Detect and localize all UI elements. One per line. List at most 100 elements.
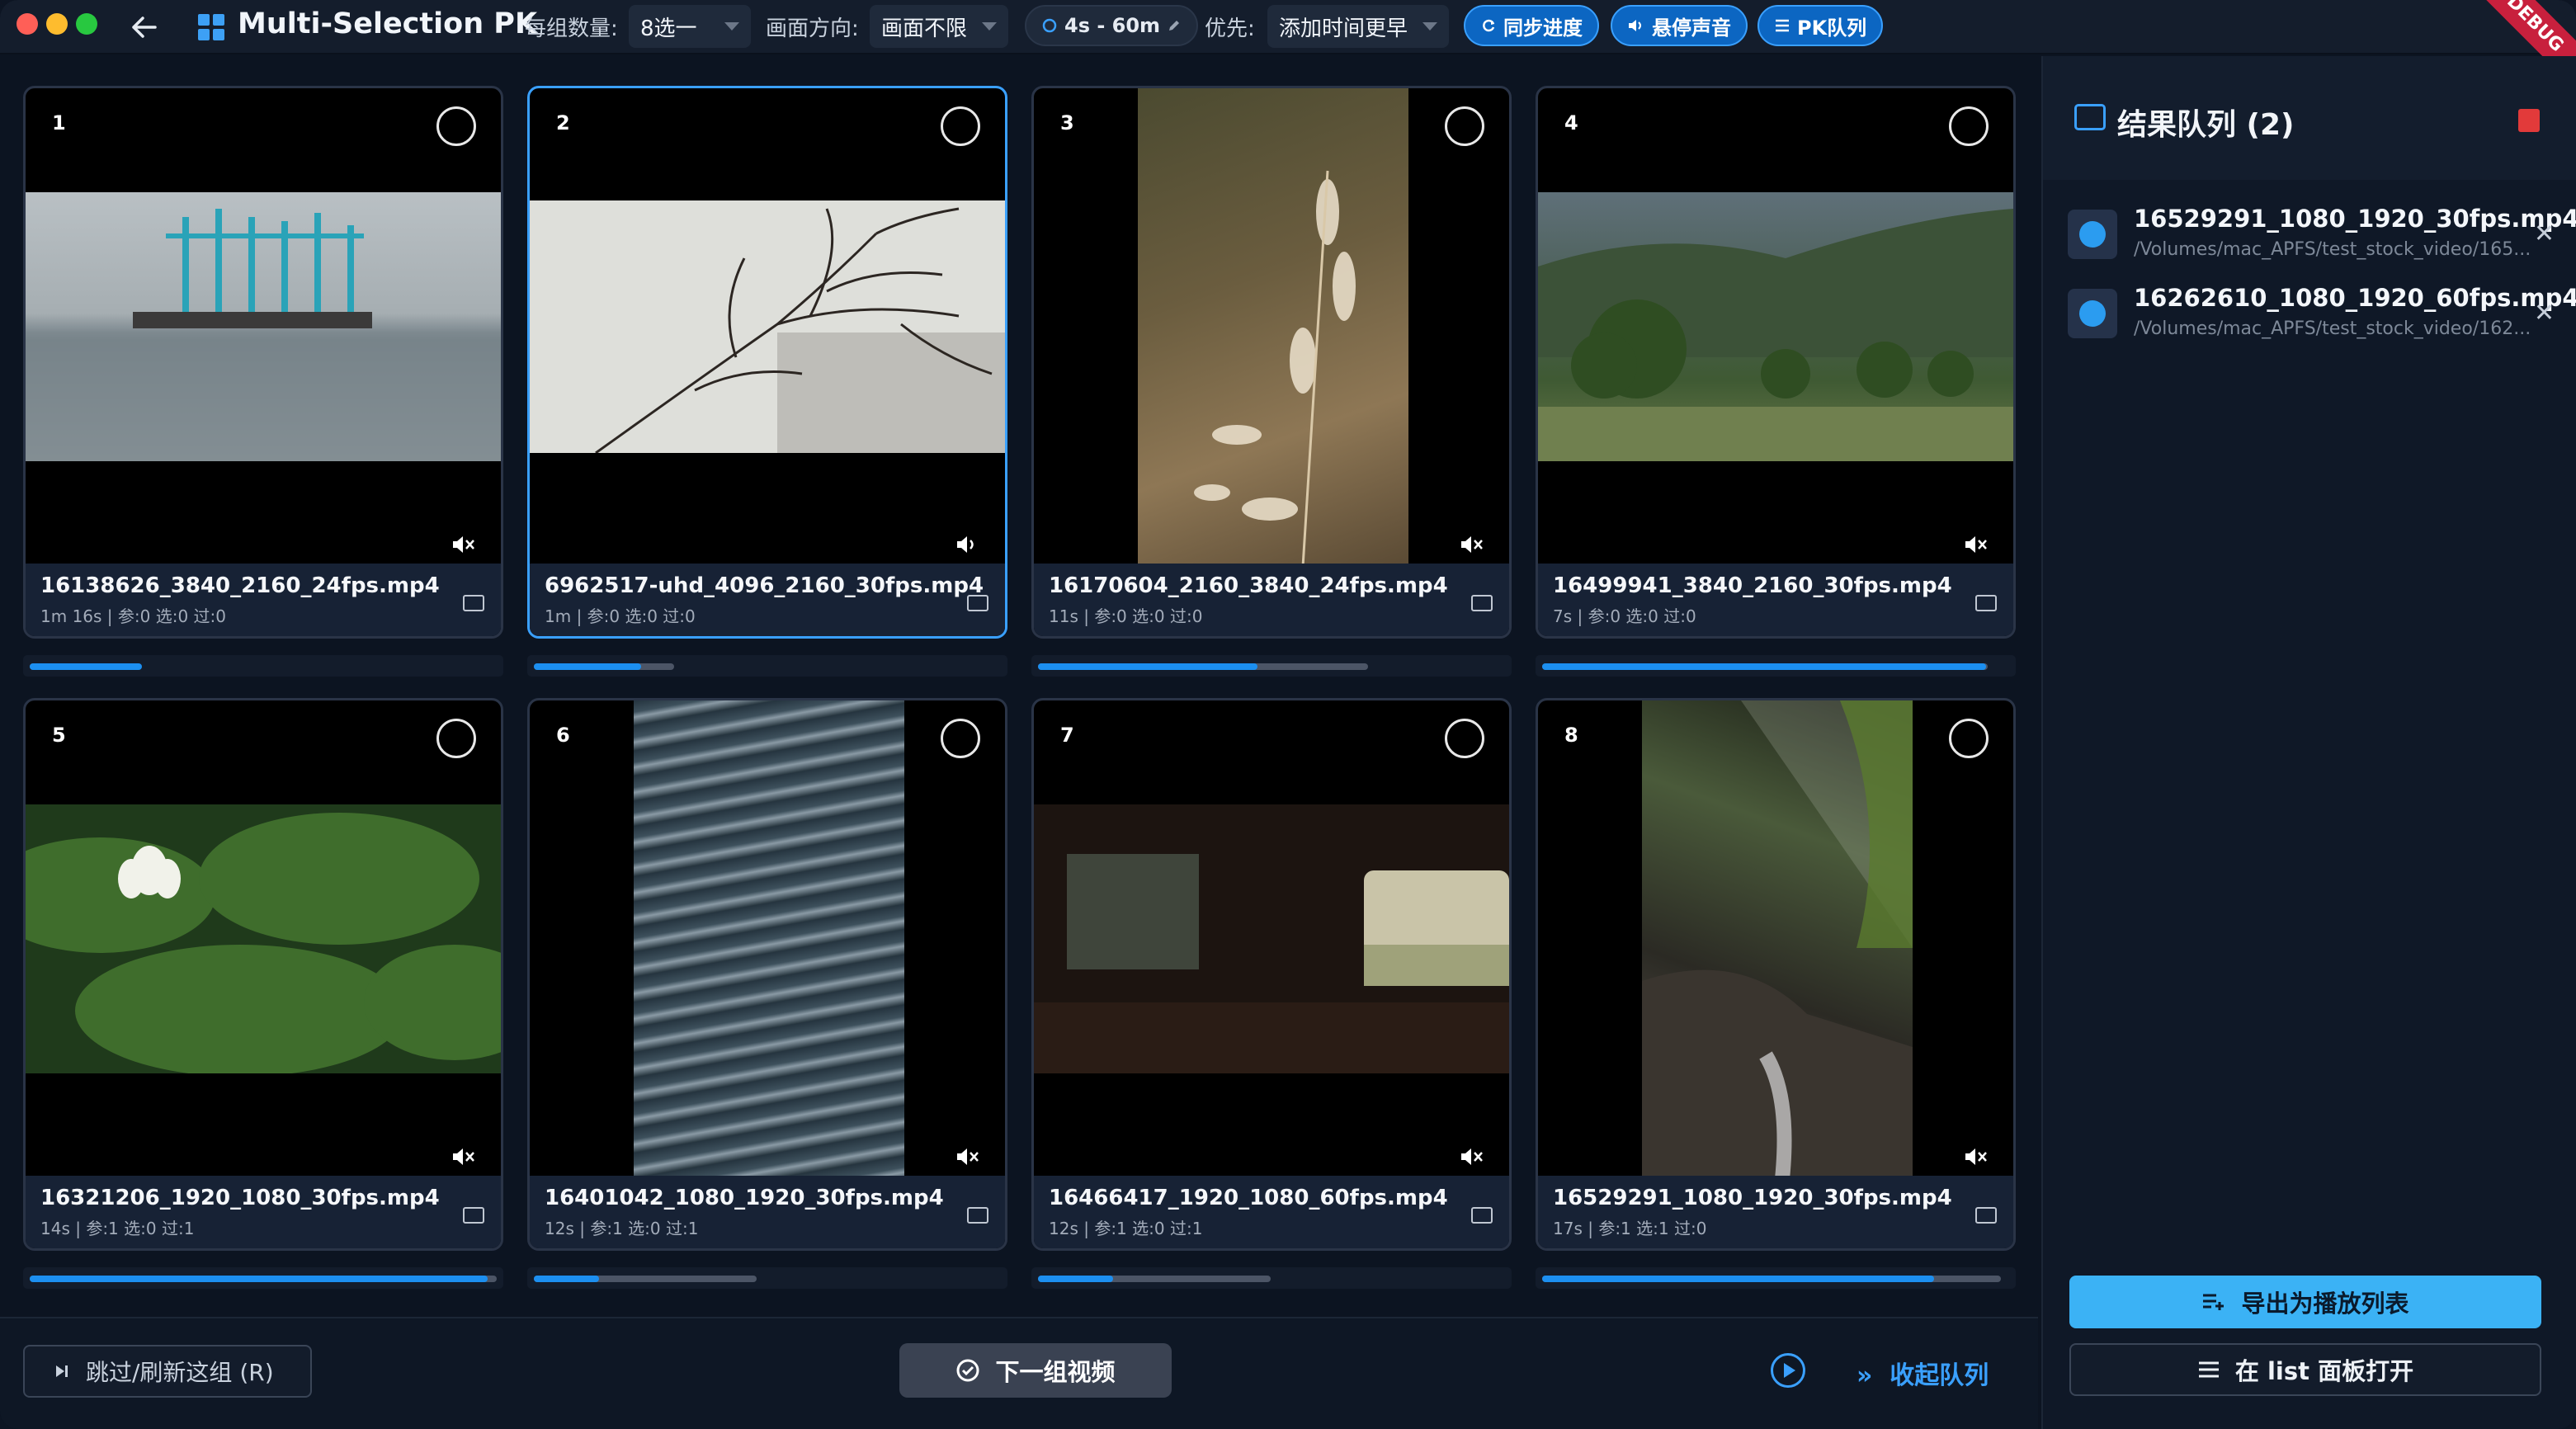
skip-refresh-button[interactable]: 跳过/刷新这组 (R) bbox=[23, 1345, 312, 1398]
chevron-down-icon bbox=[1422, 22, 1437, 31]
video-thumbnail[interactable] bbox=[1642, 700, 1913, 1179]
video-thumbnail[interactable] bbox=[26, 804, 501, 1073]
select-circle[interactable] bbox=[436, 719, 476, 758]
video-thumbnail[interactable] bbox=[530, 200, 1005, 453]
video-card[interactable]: 8 16529291_1080_1920_30fps.mp4 17s | 参:1… bbox=[1536, 698, 2016, 1251]
select-circle[interactable] bbox=[941, 719, 980, 758]
video-card[interactable]: 3 16170604_2160_3840_24fps.mp4 11s | 参:0… bbox=[1031, 86, 1512, 639]
card-meta: 7s | 参:0 选:0 过:0 bbox=[1553, 606, 1696, 626]
select-circle[interactable] bbox=[941, 106, 980, 146]
export-playlist-label: 导出为播放列表 bbox=[2241, 1290, 2409, 1318]
group-count-select[interactable]: 8选一 bbox=[629, 5, 751, 48]
muted-speaker-icon[interactable] bbox=[1460, 1146, 1484, 1167]
card-progress[interactable] bbox=[527, 655, 1007, 677]
select-circle[interactable] bbox=[436, 106, 476, 146]
card-meta: 17s | 参:1 选:1 过:0 bbox=[1553, 1219, 1707, 1238]
queue-item-path: /Volumes/mac_APFS/test_stock_video/162..… bbox=[2134, 318, 2531, 339]
progress-fill bbox=[30, 663, 142, 670]
card-index: 7 bbox=[1060, 724, 1074, 747]
pk-queue-label: PK队列 bbox=[1797, 16, 1867, 40]
close-window-button[interactable] bbox=[17, 13, 38, 35]
folder-icon[interactable] bbox=[463, 595, 484, 611]
muted-speaker-icon[interactable] bbox=[451, 534, 476, 555]
queue-screen-icon bbox=[2074, 104, 2106, 130]
hover-sound-toggle[interactable]: 悬停声音 bbox=[1611, 5, 1748, 46]
card-info: 16321206_1920_1080_30fps.mp4 14s | 参:1 选… bbox=[26, 1176, 501, 1248]
muted-speaker-icon[interactable] bbox=[451, 1146, 476, 1167]
video-thumbnail[interactable] bbox=[26, 192, 501, 461]
folder-icon[interactable] bbox=[1471, 1207, 1493, 1224]
video-card[interactable]: 2 6962517-uhd_4096_2160_30fps.mp4 1m | 参… bbox=[527, 86, 1007, 639]
folder-icon[interactable] bbox=[1975, 595, 1997, 611]
folder-icon[interactable] bbox=[1471, 595, 1493, 611]
remove-icon[interactable]: ✕ bbox=[2534, 299, 2555, 328]
select-circle[interactable] bbox=[1949, 719, 1989, 758]
video-thumbnail[interactable] bbox=[1138, 88, 1408, 567]
sync-progress-toggle[interactable]: 同步进度 bbox=[1464, 5, 1599, 46]
card-info: 16529291_1080_1920_30fps.mp4 17s | 参:1 选… bbox=[1538, 1176, 2013, 1248]
card-progress[interactable] bbox=[1031, 1267, 1512, 1289]
folder-icon[interactable] bbox=[967, 1207, 988, 1224]
muted-speaker-icon[interactable] bbox=[955, 1146, 980, 1167]
back-button[interactable] bbox=[124, 7, 165, 48]
play-circle-icon[interactable] bbox=[1771, 1353, 1805, 1388]
next-group-button[interactable]: 下一组视频 bbox=[899, 1343, 1172, 1398]
card-progress[interactable] bbox=[1536, 655, 2016, 677]
video-card[interactable]: 1 16138626_3840_2160_24fps.mp4 1m 16s | … bbox=[23, 86, 503, 639]
open-in-list-button[interactable]: 在 list 面板打开 bbox=[2069, 1343, 2541, 1396]
queue-item[interactable]: 16529291_1080_1920_30fps.mp4 /Volumes/ma… bbox=[2068, 201, 2576, 269]
card-progress[interactable] bbox=[23, 655, 503, 677]
card-progress[interactable] bbox=[1536, 1267, 2016, 1289]
list-icon bbox=[2198, 1361, 2219, 1378]
collapse-queue-button[interactable]: » 收起队列 bbox=[1857, 1355, 1989, 1391]
video-thumbnail[interactable] bbox=[1538, 192, 2013, 461]
zoom-window-button[interactable] bbox=[76, 13, 97, 35]
play-icon[interactable] bbox=[2068, 210, 2117, 259]
card-meta: 12s | 参:1 选:0 过:1 bbox=[545, 1219, 699, 1238]
card-info: 16499941_3840_2160_30fps.mp4 7s | 参:0 选:… bbox=[1538, 564, 2013, 636]
double-chevron-right-icon: » bbox=[1857, 1361, 1890, 1390]
select-circle[interactable] bbox=[1445, 106, 1484, 146]
orientation-select[interactable]: 画面不限 bbox=[870, 5, 1008, 48]
select-circle[interactable] bbox=[1445, 719, 1484, 758]
card-info: 16401042_1080_1920_30fps.mp4 12s | 参:1 选… bbox=[530, 1176, 1005, 1248]
card-progress[interactable] bbox=[527, 1267, 1007, 1289]
video-card[interactable]: 6 16401042_1080_1920_30fps.mp4 12s | 参:1… bbox=[527, 698, 1007, 1251]
progress-fill bbox=[534, 663, 641, 670]
video-thumbnail[interactable] bbox=[634, 700, 904, 1179]
muted-speaker-icon[interactable] bbox=[1964, 534, 1989, 555]
clear-queue-trash-icon[interactable] bbox=[2518, 109, 2540, 132]
card-index: 4 bbox=[1564, 111, 1578, 134]
muted-speaker-icon[interactable] bbox=[1964, 1146, 1989, 1167]
video-thumbnail[interactable] bbox=[1034, 804, 1509, 1073]
export-playlist-button[interactable]: 导出为播放列表 bbox=[2069, 1276, 2541, 1328]
minimize-window-button[interactable] bbox=[46, 13, 68, 35]
speaker-icon[interactable] bbox=[955, 534, 980, 555]
select-circle[interactable] bbox=[1949, 106, 1989, 146]
card-index: 5 bbox=[52, 724, 66, 747]
queue-item[interactable]: 16262610_1080_1920_60fps.mp4 /Volumes/ma… bbox=[2068, 281, 2576, 348]
folder-icon[interactable] bbox=[463, 1207, 484, 1224]
folder-icon[interactable] bbox=[967, 595, 988, 611]
folder-icon[interactable] bbox=[1975, 1207, 1997, 1224]
duration-range-button[interactable]: 4s - 60m bbox=[1025, 5, 1199, 46]
card-index: 3 bbox=[1060, 111, 1074, 134]
queue-item-name: 16262610_1080_1920_60fps.mp4 bbox=[2134, 284, 2576, 312]
video-card[interactable]: 4 16499941_3840_2160_30fps.mp4 7s | 参:0 … bbox=[1536, 86, 2016, 639]
progress-fill bbox=[1542, 1276, 1934, 1282]
card-filename: 16466417_1920_1080_60fps.mp4 bbox=[1049, 1186, 1448, 1210]
card-index: 6 bbox=[556, 724, 570, 747]
video-card[interactable]: 7 16466417_1920_1080_60fps.mp4 12s | 参:1… bbox=[1031, 698, 1512, 1251]
video-card[interactable]: 5 16321206_1920_1080_30fps.mp4 14s | 参:1… bbox=[23, 698, 503, 1251]
priority-select[interactable]: 添加时间更早 bbox=[1267, 5, 1449, 48]
card-index: 1 bbox=[52, 111, 66, 134]
card-progress[interactable] bbox=[23, 1267, 503, 1289]
remove-icon[interactable]: ✕ bbox=[2534, 219, 2555, 248]
play-icon[interactable] bbox=[2068, 289, 2117, 338]
pk-queue-toggle[interactable]: PK队列 bbox=[1757, 5, 1884, 46]
muted-speaker-icon[interactable] bbox=[1460, 534, 1484, 555]
card-meta: 1m 16s | 参:0 选:0 过:0 bbox=[40, 606, 226, 626]
card-info: 6962517-uhd_4096_2160_30fps.mp4 1m | 参:0… bbox=[530, 564, 1005, 636]
skip-refresh-label: 跳过/刷新这组 (R) bbox=[86, 1359, 274, 1386]
card-progress[interactable] bbox=[1031, 655, 1512, 677]
